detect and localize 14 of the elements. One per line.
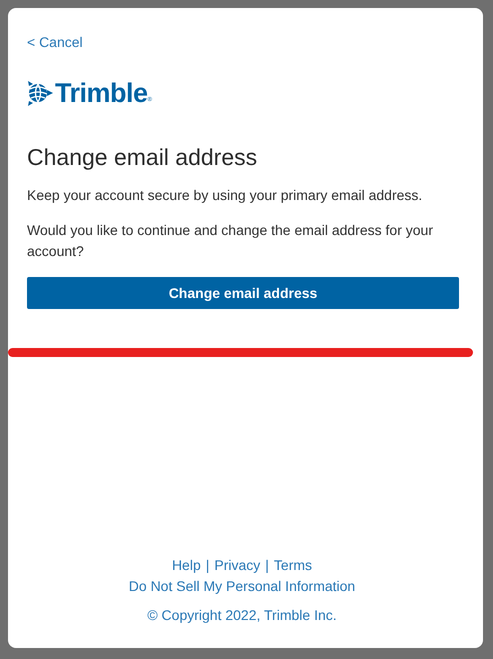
footer-link[interactable]: Do Not Sell My Personal Information <box>128 578 356 594</box>
separator-text: | <box>265 557 269 573</box>
cancel-link[interactable]: < Cancel <box>27 34 83 50</box>
footer-link[interactable]: Privacy <box>214 557 260 573</box>
body-text: Keep your account secure by using your primary email address. <box>27 186 422 205</box>
footer-link[interactable]: Terms <box>274 557 312 573</box>
dialog-title: Change email address <box>27 144 258 171</box>
separator-text: | <box>206 557 210 573</box>
body-text: Would you like to continue and change the email address for your account? <box>27 221 434 261</box>
change-email-button[interactable]: Change email address <box>27 277 459 309</box>
footer-link[interactable]: Help <box>172 557 201 573</box>
logo-wordmark: Trimble <box>55 78 148 108</box>
copyright-text: © Copyright 2022, Trimble Inc. <box>147 607 337 623</box>
globe-icon <box>27 80 53 106</box>
